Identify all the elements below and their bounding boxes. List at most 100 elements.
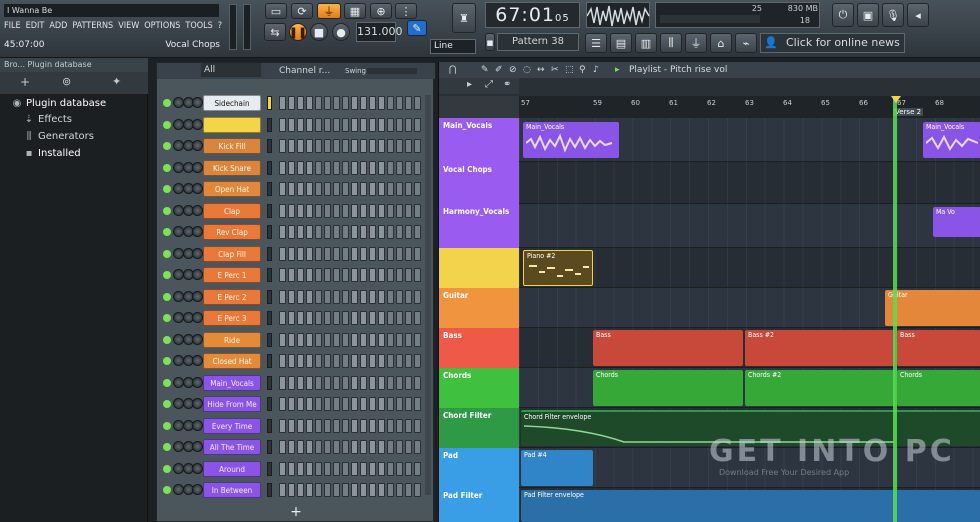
channel-select-bar[interactable] — [267, 375, 272, 390]
step-button[interactable] — [396, 203, 403, 218]
channel-mute-led[interactable] — [163, 421, 171, 430]
lane-harmony-vocals[interactable]: Ma Vo — [519, 204, 980, 248]
snap-button[interactable]: ✎ — [407, 20, 427, 36]
step-button[interactable] — [324, 461, 331, 476]
playhead-marker[interactable] — [891, 96, 901, 103]
channel-select-bar[interactable] — [267, 225, 272, 239]
step-button[interactable] — [279, 160, 286, 175]
step-button[interactable] — [351, 96, 358, 110]
step-button[interactable] — [297, 375, 304, 390]
marker-verse[interactable]: Verse 2 — [893, 108, 924, 116]
step-button[interactable] — [315, 96, 322, 110]
clip-piano[interactable]: Piano #2 — [523, 250, 593, 286]
step-button[interactable] — [297, 225, 304, 239]
step-button[interactable] — [387, 461, 394, 476]
menu-file[interactable]: FILE — [4, 19, 21, 33]
step-button[interactable] — [414, 117, 421, 132]
mixer-track-knob[interactable] — [192, 97, 203, 108]
step-button[interactable] — [360, 461, 367, 476]
channel-mute-led[interactable] — [163, 292, 171, 301]
channel-mute-led[interactable] — [163, 163, 171, 172]
track-chords[interactable]: Chords — [439, 368, 519, 408]
channel-mute-led[interactable] — [163, 400, 171, 408]
channel-select-bar[interactable] — [267, 139, 272, 153]
step-button[interactable] — [396, 375, 403, 390]
step-button[interactable] — [369, 354, 376, 368]
step-button[interactable] — [378, 440, 385, 454]
step-button[interactable] — [369, 289, 376, 304]
channel-select-bar[interactable] — [267, 117, 272, 132]
step-button[interactable] — [360, 483, 367, 497]
step-button[interactable] — [279, 96, 286, 110]
step-button[interactable] — [288, 375, 295, 390]
clip-bass-3[interactable]: Bass — [897, 330, 980, 366]
step-button[interactable] — [378, 117, 385, 132]
step-button[interactable] — [279, 461, 286, 476]
step-button[interactable] — [387, 225, 394, 239]
step-button[interactable] — [297, 139, 304, 153]
step-button[interactable] — [360, 375, 367, 390]
step-button[interactable] — [342, 225, 349, 239]
step-button[interactable] — [387, 160, 394, 175]
step-button[interactable] — [360, 354, 367, 368]
step-button[interactable] — [360, 268, 367, 282]
browser-item-installed[interactable]: ▪ Installed — [0, 146, 148, 162]
channel-mute-led[interactable] — [163, 142, 171, 150]
step-button[interactable] — [396, 268, 403, 282]
channel-name-button[interactable]: E Perc 3 — [203, 310, 261, 326]
channel-select-bar[interactable] — [267, 203, 272, 218]
step-button[interactable] — [387, 203, 394, 218]
browser-view-icon[interactable]: ⊚ — [62, 75, 71, 88]
step-button[interactable] — [414, 483, 421, 497]
step-button[interactable] — [414, 139, 421, 153]
step-button[interactable] — [315, 418, 322, 433]
mixer-track-knob[interactable] — [192, 441, 203, 452]
step-button[interactable] — [306, 311, 313, 325]
step-button[interactable] — [351, 311, 358, 325]
mixer-track-knob[interactable] — [192, 226, 203, 237]
browser-item-effects[interactable]: ⇣ Effects — [0, 112, 148, 128]
step-button[interactable] — [315, 117, 322, 132]
step-button[interactable] — [369, 182, 376, 196]
step-button[interactable] — [333, 96, 340, 110]
step-button[interactable] — [405, 483, 412, 497]
step-button[interactable] — [360, 225, 367, 239]
slice-tool-icon[interactable]: ✂ — [551, 62, 559, 78]
select-tool-icon[interactable]: ⬚ — [565, 62, 574, 78]
step-button[interactable] — [297, 483, 304, 497]
step-button[interactable] — [324, 96, 331, 110]
track-pad[interactable]: Pad — [439, 448, 519, 488]
mode-song-button[interactable]: ⇆ — [264, 23, 286, 41]
step-button[interactable] — [333, 354, 340, 368]
step-button[interactable] — [288, 483, 295, 497]
step-button[interactable] — [288, 96, 295, 110]
step-button[interactable] — [315, 246, 322, 261]
channel-name-button[interactable]: E Perc 2 — [203, 288, 261, 305]
step-button[interactable] — [351, 418, 358, 433]
clip-main-vocals[interactable]: Main_Vocals — [523, 122, 619, 158]
step-button[interactable] — [378, 483, 385, 497]
step-button[interactable] — [342, 246, 349, 261]
step-button[interactable] — [387, 397, 394, 411]
step-button[interactable] — [288, 289, 295, 304]
step-button[interactable] — [279, 203, 286, 218]
step-button[interactable] — [414, 311, 421, 325]
step-button[interactable] — [405, 246, 412, 261]
step-button[interactable] — [333, 160, 340, 175]
step-button[interactable] — [405, 268, 412, 282]
step-button[interactable] — [324, 483, 331, 497]
lane-main-vocals[interactable]: Main_Vocals Main_Vocals — [519, 118, 980, 162]
channel-select-bar[interactable] — [267, 311, 272, 325]
step-button[interactable] — [324, 289, 331, 304]
channel-name-button[interactable]: All The Time — [203, 439, 261, 455]
step-button[interactable] — [369, 483, 376, 497]
step-button[interactable] — [351, 461, 358, 476]
channel-mute-led[interactable] — [163, 443, 171, 451]
step-button[interactable] — [342, 117, 349, 132]
step-button[interactable] — [333, 225, 340, 239]
step-button[interactable] — [378, 225, 385, 239]
power-button[interactable]: ⏻ — [832, 3, 854, 27]
channel-name-button[interactable]: Every Time — [203, 417, 261, 434]
step-button[interactable] — [387, 268, 394, 282]
step-button[interactable] — [369, 332, 376, 347]
